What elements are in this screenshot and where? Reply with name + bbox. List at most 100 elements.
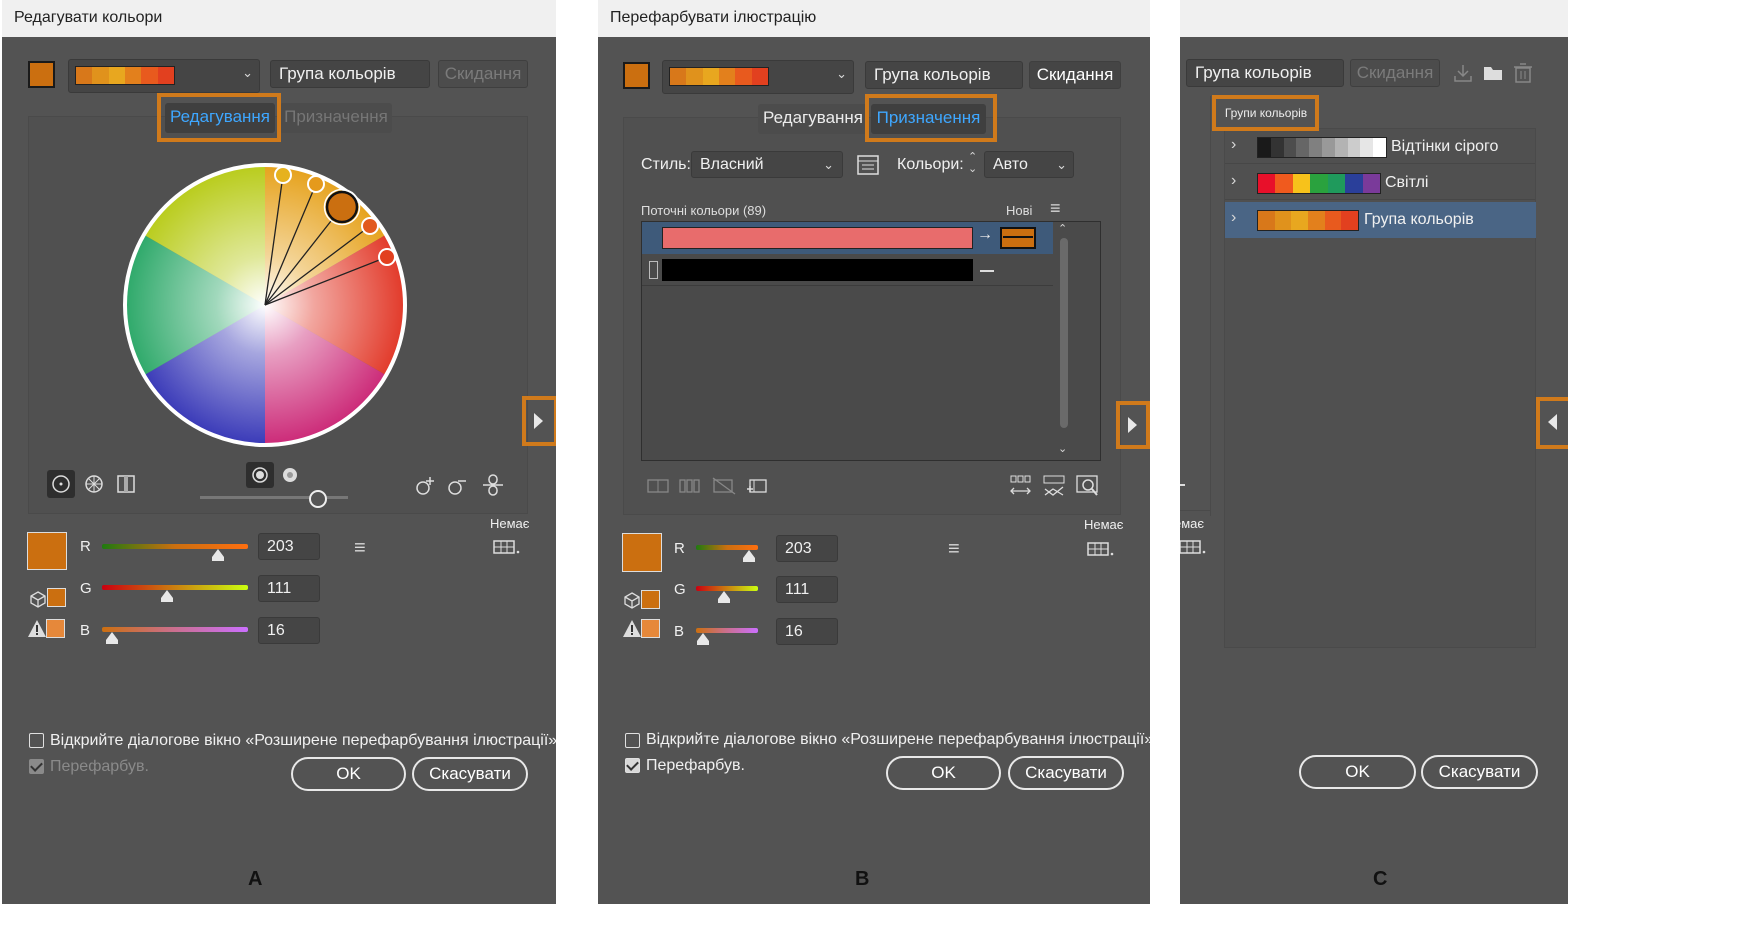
r-slider[interactable] — [102, 544, 248, 549]
scrollbar-thumb[interactable] — [1060, 238, 1068, 428]
segmented-wheel-icon[interactable] — [80, 470, 108, 498]
harmony-dropdown[interactable]: ⌄ — [662, 60, 854, 94]
collapse-arrow-icon[interactable] — [1548, 414, 1557, 430]
web-safe-swatch[interactable] — [641, 590, 660, 609]
cancel-button[interactable]: Скасувати — [1421, 755, 1538, 789]
expand-arrow-icon[interactable] — [1128, 417, 1137, 433]
list-item-selected[interactable]: › Група кольорів — [1225, 202, 1536, 238]
smooth-wheel-button[interactable] — [47, 470, 75, 498]
exclude-colors-icon[interactable] — [711, 476, 737, 501]
r-slider-thumb[interactable] — [743, 550, 755, 562]
group-name-field[interactable]: Група кольорів — [1186, 59, 1344, 87]
gamut-swatch[interactable] — [641, 619, 660, 638]
ok-button[interactable]: OK — [886, 756, 1001, 790]
folder-icon[interactable] — [1482, 62, 1504, 89]
scrollbar[interactable]: ⌃ ⌄ — [1058, 222, 1070, 458]
stepper-icon[interactable]: ⌃ ⌄ — [968, 151, 977, 175]
show-brightness-button[interactable] — [246, 462, 274, 488]
brightness-slider-thumb[interactable] — [309, 490, 327, 508]
g-value-field[interactable]: 111 — [776, 576, 838, 603]
trash-icon[interactable] — [1512, 62, 1534, 89]
reset-button[interactable]: Скидання — [1029, 61, 1121, 89]
style-dropdown[interactable]: Власний ⌄ — [691, 151, 843, 178]
color-bars-icon[interactable] — [112, 470, 140, 498]
separate-colors-icon[interactable] — [678, 476, 702, 501]
group-name-field[interactable]: Група кольорів — [865, 61, 1023, 89]
color-mode-menu-icon[interactable]: ≡ — [354, 537, 366, 560]
recolor-checkbox[interactable] — [625, 758, 640, 773]
g-slider-thumb[interactable] — [161, 590, 173, 602]
tab-edit[interactable]: Редагування — [758, 104, 868, 134]
current-color-bar[interactable] — [662, 227, 973, 249]
b-value-field[interactable]: 16 — [776, 618, 838, 645]
color-mode-menu-icon[interactable]: ≡ — [948, 538, 960, 561]
scroll-down-icon[interactable]: ⌄ — [1058, 442, 1067, 455]
find-color-icon[interactable] — [1074, 473, 1100, 504]
swatch-library-icon[interactable] — [1086, 539, 1116, 564]
arrow-right-icon[interactable]: → — [977, 226, 993, 244]
colors-count-dropdown[interactable]: Авто ⌄ — [984, 151, 1074, 178]
new-color-swatch[interactable] — [1000, 227, 1036, 249]
base-color-swatch[interactable] — [28, 61, 55, 88]
r-slider-thumb[interactable] — [212, 549, 224, 561]
b-slider-thumb[interactable] — [697, 633, 709, 645]
color-reduction-options-icon[interactable] — [856, 153, 880, 182]
randomly-change-order-icon[interactable] — [1008, 473, 1034, 504]
none-label: Немає — [490, 516, 530, 531]
reset-button[interactable]: Скидання — [1350, 59, 1440, 87]
group-swatches — [1257, 173, 1381, 194]
new-row-icon[interactable] — [744, 476, 768, 501]
menu-icon[interactable]: ≡ — [1050, 198, 1061, 219]
row-grip-icon[interactable] — [649, 261, 658, 279]
r-value-field[interactable]: 203 — [776, 535, 838, 562]
list-item[interactable]: › Світлі — [1225, 166, 1535, 200]
chevron-down-icon: ⌄ — [823, 157, 834, 172]
chevron-right-icon[interactable]: › — [1231, 209, 1236, 227]
b-slider-thumb[interactable] — [106, 632, 118, 644]
show-saturation-icon[interactable] — [276, 462, 304, 488]
advanced-dialog-checkbox[interactable] — [625, 733, 640, 748]
swatch-library-icon[interactable] — [1180, 537, 1208, 562]
add-color-tool-icon[interactable] — [414, 474, 438, 501]
b-label: B — [80, 622, 91, 639]
expand-arrow-icon[interactable] — [534, 413, 543, 429]
harmony-dropdown[interactable]: ⌄ — [68, 59, 260, 93]
active-color-swatch[interactable] — [622, 533, 662, 572]
swatch-library-icon[interactable] — [492, 537, 522, 562]
chevron-right-icon[interactable]: › — [1231, 136, 1236, 154]
list-item[interactable]: › Відтінки сірого — [1225, 130, 1535, 164]
b-slider[interactable] — [102, 627, 248, 632]
g-label: G — [80, 580, 92, 597]
merge-colors-icon[interactable] — [646, 476, 670, 501]
cancel-button[interactable]: Скасувати — [1008, 756, 1124, 790]
ok-button[interactable]: OK — [1299, 755, 1416, 789]
active-color-swatch[interactable] — [27, 532, 67, 570]
cancel-button[interactable]: Скасувати — [412, 757, 528, 791]
style-value: Власний — [700, 156, 764, 173]
b-value-field[interactable]: 16 — [258, 617, 320, 644]
group-name-field[interactable]: Група кольорів — [270, 60, 430, 88]
advanced-dialog-label: Відкрийте діалогове вікно «Розширене пер… — [646, 731, 1150, 748]
ok-button[interactable]: OK — [291, 757, 406, 791]
advanced-dialog-checkbox[interactable] — [29, 733, 44, 748]
save-group-icon[interactable] — [1452, 62, 1474, 89]
current-color-bar[interactable] — [662, 259, 973, 281]
chevron-right-icon[interactable]: › — [1231, 172, 1236, 190]
tab-assign[interactable]: Призначення — [280, 103, 392, 133]
r-value-field[interactable]: 203 — [258, 533, 320, 560]
randomly-change-saturation-icon[interactable] — [1041, 473, 1067, 504]
reset-button[interactable]: Скидання — [438, 60, 528, 88]
harmony-gradient — [75, 66, 175, 85]
g-slider[interactable] — [102, 585, 248, 590]
g-value-field[interactable]: 111 — [258, 575, 320, 602]
scroll-up-icon[interactable]: ⌃ — [1058, 222, 1067, 235]
link-harmony-icon[interactable] — [480, 472, 506, 503]
remove-color-tool-icon[interactable] — [446, 474, 470, 501]
b-label: B — [674, 623, 685, 640]
color-wheel[interactable] — [120, 160, 410, 450]
g-slider-thumb[interactable] — [718, 591, 730, 603]
warning-icon — [622, 619, 642, 643]
base-color-swatch[interactable] — [623, 62, 650, 89]
gamut-swatch[interactable] — [46, 619, 65, 638]
web-safe-swatch[interactable] — [47, 588, 66, 607]
